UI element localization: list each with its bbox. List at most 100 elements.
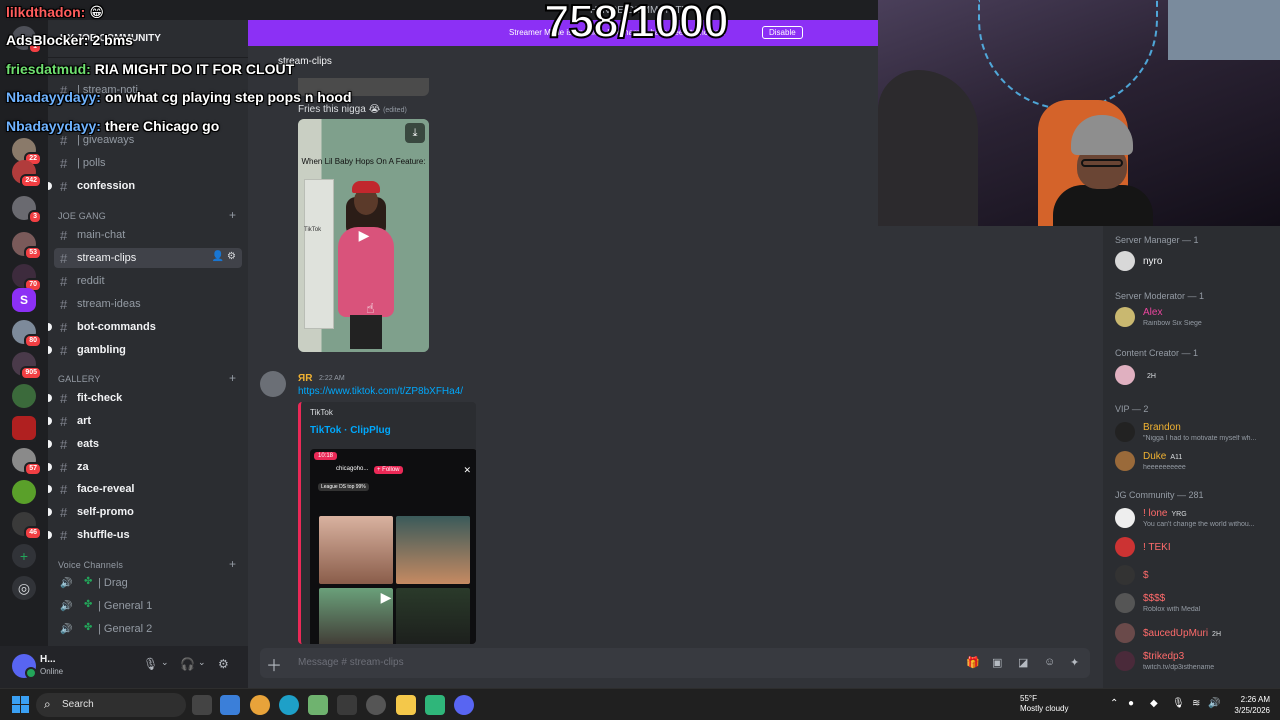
avatar	[1115, 623, 1135, 643]
member-item[interactable]: ! lone YRG You can't change the world wit…	[1115, 505, 1275, 531]
gift-icon[interactable]: 🎁	[966, 656, 980, 669]
add-attachment-icon[interactable]: ＋	[266, 652, 282, 676]
channel-self-promo[interactable]: # self-promo	[48, 502, 242, 522]
voice-channel-general-2[interactable]: 🔊 ✤ | General 2	[54, 619, 242, 639]
tray-app-icon[interactable]: ◆	[1150, 698, 1158, 709]
channel-art[interactable]: # art	[48, 411, 242, 431]
clock[interactable]: 2:26 AM 3/25/2026	[1226, 694, 1270, 716]
download-icon[interactable]: ⤓	[405, 123, 425, 143]
avatar[interactable]	[260, 371, 286, 397]
channel-za[interactable]: # za	[48, 457, 242, 477]
voice-channel-drag[interactable]: 🔊 ✤ | Drag	[54, 573, 242, 593]
video-attachment[interactable]: When Lil Baby Hops On A Feature: TikTok …	[298, 119, 429, 352]
server-icon[interactable]: 3	[12, 196, 42, 224]
channel-reddit[interactable]: # reddit	[54, 271, 242, 291]
channel-eats[interactable]: # eats	[48, 434, 242, 454]
obs-icon[interactable]	[425, 695, 445, 715]
channel-stream-ideas[interactable]: # stream-ideas	[54, 294, 242, 314]
store-icon[interactable]	[337, 695, 357, 715]
member-item[interactable]: $trikedp3 twitch.tv/dp3isthename	[1115, 648, 1275, 674]
headphones-icon[interactable]: 🎧	[180, 657, 195, 671]
microphone-icon[interactable]: 🎙	[1172, 698, 1185, 709]
channel-main-chat[interactable]: # main-chat	[54, 225, 242, 245]
message-link[interactable]: https://www.tiktok.com/t/ZP8bXFHa4/	[298, 386, 463, 397]
active-server-icon[interactable]: S	[12, 288, 36, 312]
server-icon[interactable]: 46	[12, 512, 42, 540]
server-icon[interactable]: 53	[12, 232, 42, 260]
server-icon[interactable]: 22	[12, 138, 42, 166]
chrome-icon[interactable]	[250, 695, 270, 715]
tray-app-icon[interactable]: ●	[1128, 698, 1134, 709]
server-icon[interactable]: 70	[12, 264, 42, 292]
emoji-icon[interactable]: ☺	[1044, 656, 1055, 668]
message-composer[interactable]: ＋ Message # stream-clips 🎁 ▣ ◪ ☺ ✦	[260, 648, 1090, 678]
server-icon[interactable]	[12, 416, 36, 440]
settings-app-icon[interactable]	[366, 695, 386, 715]
voice-channel-general-1[interactable]: 🔊 ✤ | General 1	[54, 596, 242, 616]
embed-image[interactable]: 10:18 chicagoho... + Follow ✕ League DS …	[310, 449, 476, 644]
channel-shuffle-us[interactable]: # shuffle-us	[48, 525, 242, 545]
channel-face-reveal[interactable]: # face-reveal	[48, 479, 242, 499]
microphone-icon[interactable]: 🎙	[143, 657, 158, 671]
edge-icon[interactable]	[279, 695, 299, 715]
wifi-icon[interactable]: ≋	[1192, 698, 1200, 709]
category-voice-channels[interactable]: Voice Channels	[58, 560, 123, 570]
sticker-icon[interactable]: ◪	[1018, 656, 1028, 669]
member-item[interactable]: Brandon "Nigga I had to motivate myself …	[1115, 419, 1275, 445]
discover-icon[interactable]: ◎	[12, 576, 36, 600]
volume-icon[interactable]: 🔊	[1208, 698, 1220, 709]
play-icon[interactable]: ▶	[376, 587, 396, 607]
chevron-down-icon[interactable]: ⌄	[198, 657, 206, 668]
disable-button[interactable]: Disable	[762, 26, 803, 39]
add-channel-icon[interactable]: +	[229, 371, 236, 385]
channel-stream-clips[interactable]: # stream-clips 👤 ⚙	[54, 248, 242, 268]
embed-title[interactable]: TikTok · ClipPlug	[310, 425, 391, 436]
member-item[interactable]: $	[1115, 562, 1275, 588]
file-explorer-icon[interactable]	[396, 695, 416, 715]
clock-time: 2:26 AM	[1240, 695, 1270, 704]
channel-polls[interactable]: # | polls	[54, 153, 242, 173]
add-channel-icon[interactable]: +	[229, 557, 236, 571]
xbox-icon[interactable]	[308, 695, 328, 715]
add-channel-icon[interactable]: +	[229, 208, 236, 222]
channel-settings-icon[interactable]: 👤 ⚙	[212, 251, 236, 262]
chevron-up-icon[interactable]: ⌃	[1110, 698, 1118, 709]
channel-fit-check[interactable]: # fit-check	[48, 388, 242, 408]
member-item[interactable]: $$$$ Roblox with Medal	[1115, 590, 1275, 616]
server-icon[interactable]: 905	[12, 352, 42, 380]
task-view-icon[interactable]	[192, 695, 212, 715]
server-icon[interactable]: 80	[12, 320, 42, 348]
server-icon[interactable]: 242	[12, 160, 42, 188]
search-label: Search	[62, 699, 94, 710]
channel-confession[interactable]: # confession	[48, 176, 242, 196]
member-item[interactable]: nyro	[1115, 248, 1275, 274]
copilot-icon[interactable]	[220, 695, 240, 715]
channel-gambling[interactable]: # gambling	[48, 340, 242, 360]
avatar[interactable]	[12, 654, 37, 679]
apps-icon[interactable]: ✦	[1070, 656, 1079, 669]
server-icon[interactable]	[12, 480, 36, 504]
chevron-down-icon[interactable]: ⌄	[161, 657, 169, 668]
weather-widget[interactable]: 55°F Mostly cloudy	[1020, 694, 1068, 714]
member-item[interactable]: 2H	[1115, 362, 1275, 388]
add-server-icon[interactable]: +	[12, 544, 36, 568]
server-icon[interactable]	[12, 384, 36, 408]
channel-bot-commands[interactable]: # bot-commands	[48, 317, 242, 337]
role-header: JG Community — 281	[1115, 490, 1204, 500]
stream-chat-line: AdsBlocker: 2 bms	[6, 32, 133, 48]
play-icon[interactable]: ▶	[354, 225, 374, 245]
member-item[interactable]: Duke A11 heeeeeeeeee	[1115, 448, 1275, 474]
member-item[interactable]: ! TEKI	[1115, 534, 1275, 560]
taskbar-search[interactable]: ⌕ Search	[36, 693, 186, 717]
member-item[interactable]: Alex Rainbow Six Siege	[1115, 304, 1275, 330]
category-joe-gang[interactable]: JOE GANG	[58, 211, 106, 221]
category-gallery[interactable]: GALLERY	[58, 374, 101, 384]
gear-icon[interactable]: ⚙	[218, 657, 229, 671]
gif-icon[interactable]: ▣	[992, 656, 1002, 669]
windows-start-icon[interactable]	[12, 696, 30, 714]
message-author[interactable]: ЯR	[298, 373, 312, 384]
hash-icon: #	[60, 320, 68, 335]
member-item[interactable]: $aucedUpMuri 2H	[1115, 620, 1275, 646]
discord-icon[interactable]	[454, 695, 474, 715]
server-icon[interactable]: 57	[12, 448, 42, 476]
